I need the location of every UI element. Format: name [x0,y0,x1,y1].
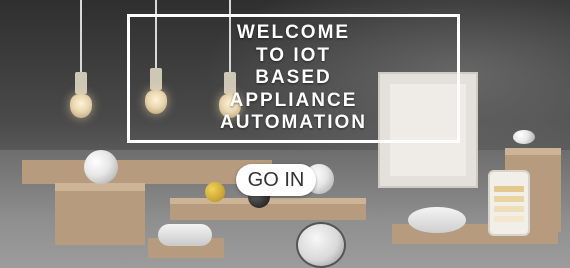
welcome-heading: WELCOME TO IOT BASED APPLIANCE AUTOMATIO… [220,22,367,135]
wood-block-top [55,183,145,191]
wood-block [55,183,145,245]
smartphone-icon [488,170,530,236]
phone-ui-bar [494,186,524,192]
welcome-overlay: WELCOME TO IOT BASED APPLIANCE AUTOMATIO… [127,14,460,143]
welcome-line: AUTOMATION [219,112,367,134]
wood-shelf [22,160,272,184]
yellow-sphere-icon [205,182,225,202]
welcome-line: TO IOT [256,44,331,66]
welcome-line: APPLIANCE [229,89,358,111]
hero-banner: WELCOME TO IOT BASED APPLIANCE AUTOMATIO… [0,0,570,268]
light-bulb-icon [70,94,92,118]
dial-controller-icon [296,222,346,268]
wood-pedestal-top [505,148,561,155]
smart-plug-icon [158,224,212,246]
smart-speaker-icon [84,150,118,184]
lamp-cord [80,0,82,74]
welcome-line: BASED [255,67,332,89]
go-in-button[interactable]: GO IN [236,164,316,196]
phone-ui-bar [494,196,524,202]
bowl-icon [513,130,535,144]
phone-ui-bar [494,206,524,212]
smart-hub-icon [408,207,466,233]
phone-ui-bar [494,216,524,222]
lamp-socket [75,72,87,94]
welcome-line: WELCOME [236,22,351,44]
